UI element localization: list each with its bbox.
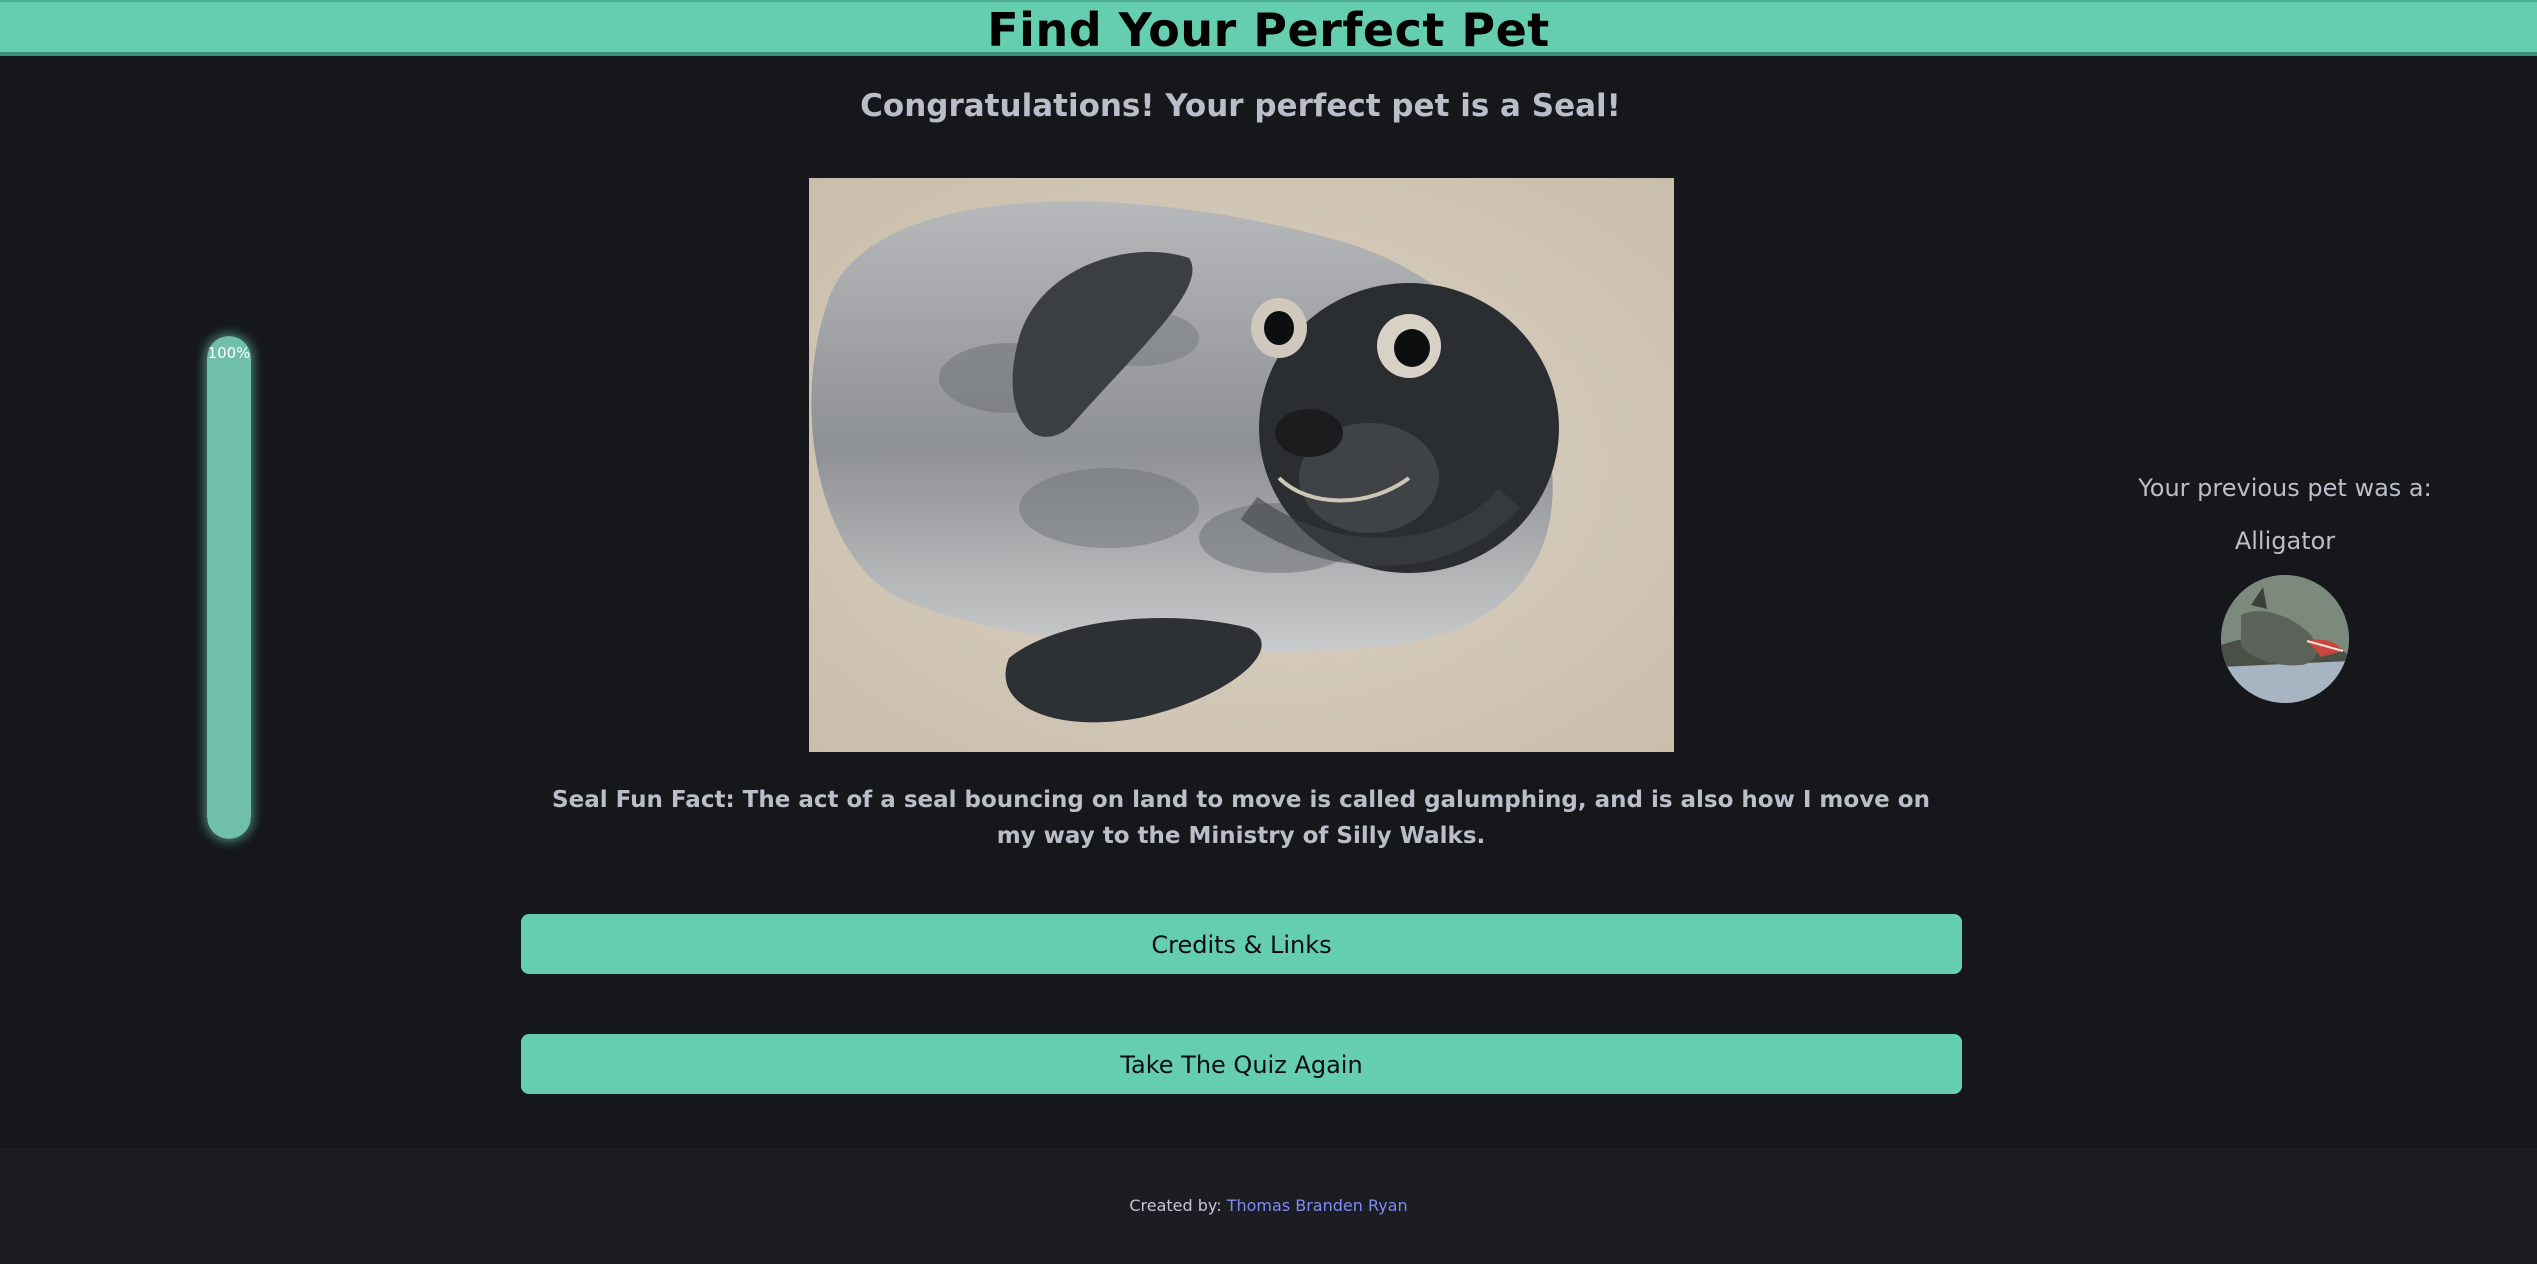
result-title: Congratulations! Your perfect pet is a S… bbox=[860, 88, 1621, 124]
credits-links-button[interactable]: Credits & Links bbox=[521, 914, 1962, 974]
previous-pet-name: Alligator bbox=[2234, 527, 2336, 555]
fun-fact: Seal Fun Fact: The act of a seal bouncin… bbox=[552, 787, 1930, 849]
quiz-progress-bar: 100% bbox=[207, 336, 251, 839]
previous-pet-label: Your previous pet was a: bbox=[2138, 474, 2432, 502]
site-header: Find Your Perfect Pet bbox=[0, 0, 2537, 57]
progress-fill bbox=[207, 336, 251, 839]
previous-pet-panel: Your previous pet was a: Alligator bbox=[2110, 468, 2460, 703]
seal-image bbox=[809, 178, 1674, 752]
alligator-image bbox=[2221, 575, 2349, 703]
retake-quiz-button[interactable]: Take The Quiz Again bbox=[521, 1034, 1962, 1094]
credit-line: Created by: Thomas Branden Ryan bbox=[0, 1148, 2537, 1215]
site-title: Find Your Perfect Pet bbox=[987, 3, 1550, 57]
progress-label: 100% bbox=[207, 344, 251, 362]
credit-prefix: Created by: bbox=[1129, 1196, 1222, 1215]
site-footer: Created by: Thomas Branden Ryan bbox=[0, 1148, 2537, 1264]
author-link[interactable]: Thomas Branden Ryan bbox=[1227, 1196, 1408, 1215]
